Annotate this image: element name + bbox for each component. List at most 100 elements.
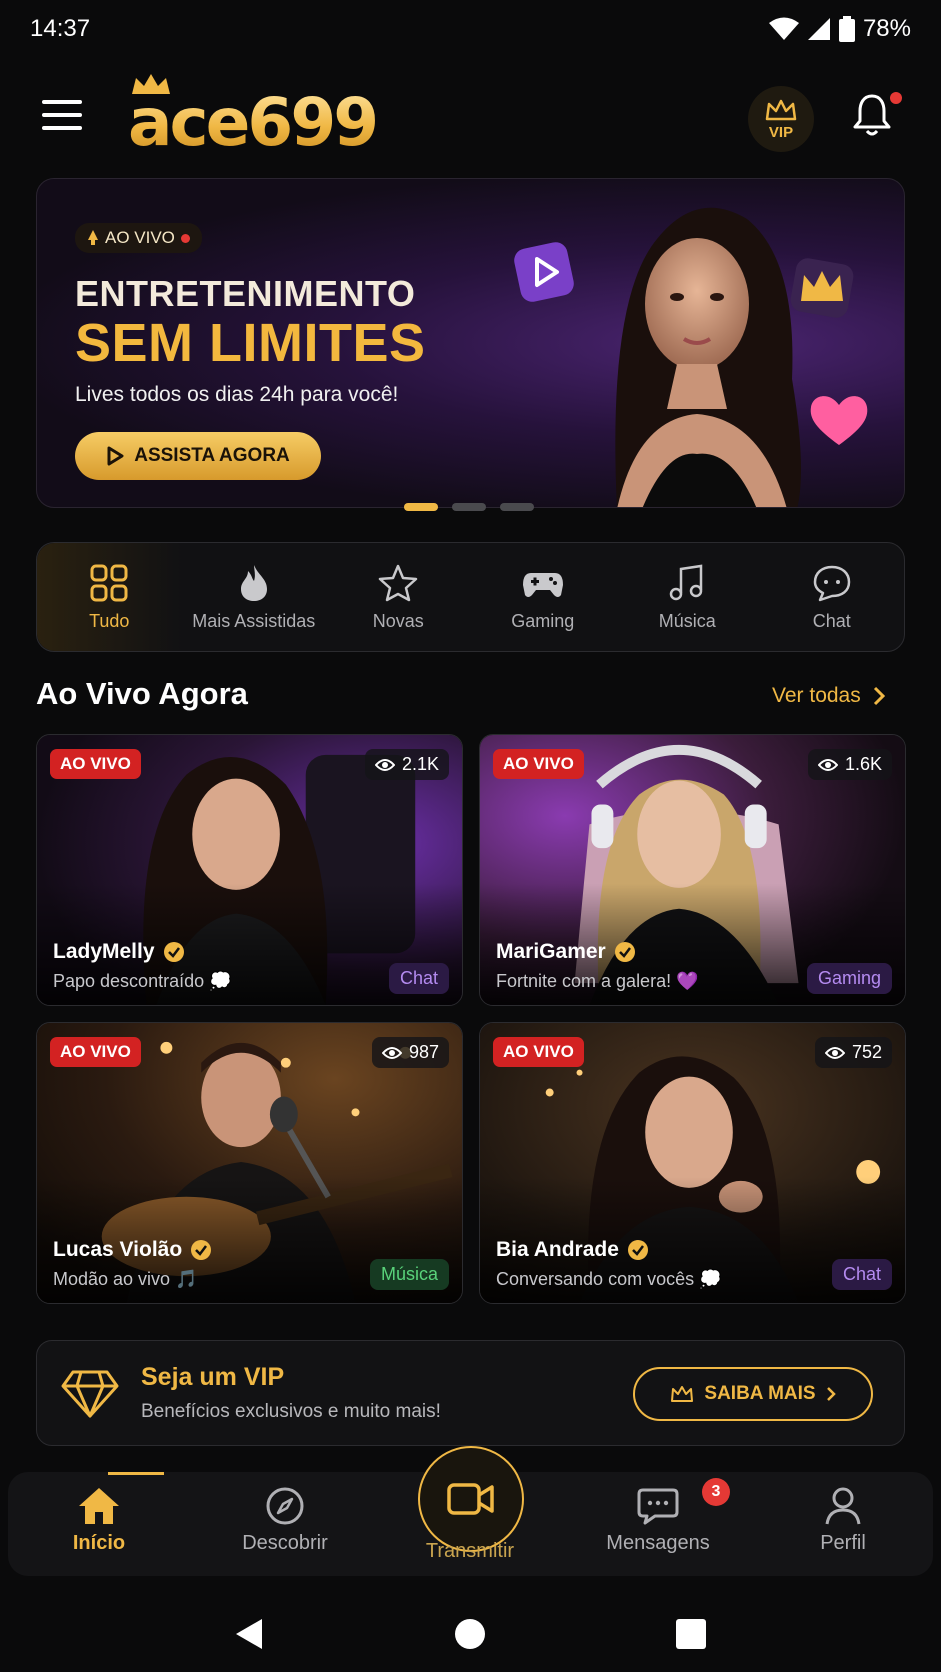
- nav-home[interactable]: Início: [24, 1486, 174, 1555]
- verified-icon: [191, 1240, 212, 1260]
- nav-label: Mensagens: [606, 1532, 710, 1554]
- recent-apps-icon[interactable]: [675, 1618, 707, 1650]
- menu-icon[interactable]: [42, 100, 82, 130]
- status-time: 14:37: [30, 15, 91, 42]
- rocket-icon: [88, 230, 98, 245]
- category-tag: Chat: [388, 963, 449, 994]
- category-tag: Música: [369, 1259, 449, 1290]
- home-icon: [79, 1488, 119, 1524]
- heart-icon: [810, 396, 868, 445]
- streamer-name: Bia Andrade: [496, 1238, 649, 1262]
- system-navigation: [0, 1596, 941, 1672]
- carousel-dot-3[interactable]: [500, 503, 534, 511]
- carousel-dot-2[interactable]: [452, 503, 486, 511]
- streamer-name: LadyMelly: [53, 940, 185, 964]
- see-all-label: Ver todas: [772, 684, 861, 707]
- stream-card[interactable]: AO VIVO 2.1K LadyMelly Papo descontraído…: [36, 734, 463, 1006]
- play-icon: [107, 446, 124, 466]
- hero-banner[interactable]: AO VIVO ENTRETENIMENTO SEM LIMITES Lives…: [36, 178, 905, 508]
- diamond-icon: [61, 1370, 119, 1418]
- live-badge: AO VIVO: [493, 749, 584, 779]
- stream-description: Conversando com vocês 💭: [496, 1269, 722, 1289]
- star-icon: [379, 564, 418, 601]
- gamepad-icon: [522, 572, 563, 597]
- carousel-dot-1[interactable]: [404, 503, 438, 511]
- learn-more-label: SAIBA MAIS: [704, 1383, 816, 1404]
- live-section-title: Ao Vivo Agora: [36, 676, 248, 711]
- app-logo[interactable]: ace699: [128, 84, 379, 161]
- notification-dot: [890, 92, 902, 104]
- messages-badge: 3: [702, 1478, 730, 1506]
- live-badge: AO VIVO: [50, 749, 141, 779]
- live-badge: AO VIVO: [50, 1037, 141, 1067]
- eye-icon: [824, 1046, 845, 1059]
- category-music[interactable]: Música: [615, 543, 760, 651]
- vip-title: Seja um VIP: [141, 1363, 285, 1391]
- user-icon: [825, 1487, 861, 1525]
- watch-now-label: ASSISTA AGORA: [134, 445, 290, 466]
- hero-streamer-image: [615, 207, 801, 507]
- nav-discover[interactable]: Descobrir: [210, 1486, 360, 1555]
- notification-bell-icon[interactable]: [852, 92, 892, 138]
- learn-more-button[interactable]: SAIBA MAIS: [633, 1367, 873, 1421]
- category-chat[interactable]: Chat: [760, 543, 905, 651]
- battery-level: 78%: [862, 15, 911, 42]
- watch-now-button[interactable]: ASSISTA AGORA: [75, 432, 321, 480]
- category-label: Mais Assistidas: [192, 610, 316, 631]
- category-gaming[interactable]: Gaming: [471, 543, 616, 651]
- streamer-name-text: Lucas Violão: [53, 1238, 183, 1261]
- verified-icon: [627, 1240, 648, 1260]
- hero-subtitle: Lives todos os dias 24h para você!: [75, 383, 399, 406]
- stream-card[interactable]: AO VIVO 1.6K MariGamer Fortnite com a ga…: [479, 734, 906, 1006]
- hero-live-badge: AO VIVO: [75, 223, 202, 253]
- viewer-count: 1.6K: [807, 749, 892, 780]
- viewer-count-value: 987: [408, 1042, 439, 1062]
- home-circle-icon[interactable]: [454, 1618, 486, 1650]
- category-new[interactable]: Novas: [326, 543, 471, 651]
- category-all[interactable]: Tudo: [37, 543, 182, 651]
- nav-profile[interactable]: Perfil: [768, 1486, 918, 1555]
- see-all-link[interactable]: Ver todas: [772, 684, 885, 708]
- stream-card[interactable]: AO VIVO 987 Lucas Violão Modão ao vivo 🎵…: [36, 1022, 463, 1304]
- stream-description: Fortnite com a galera! 💜: [496, 971, 699, 991]
- vip-button[interactable]: VIP: [748, 86, 814, 152]
- category-tag: Chat: [831, 1259, 892, 1290]
- vip-subtitle: Benefícios exclusivos e muito mais!: [141, 1401, 441, 1422]
- message-icon: [637, 1488, 679, 1525]
- play-badge-icon: [514, 242, 574, 302]
- stream-card[interactable]: AO VIVO 752 Bia Andrade Conversando com …: [479, 1022, 906, 1304]
- hero-title-line2: SEM LIMITES: [75, 313, 426, 373]
- nav-label: Descobrir: [242, 1532, 328, 1554]
- wifi-icon: [768, 17, 799, 40]
- stream-description: Papo descontraído 💭: [53, 971, 232, 991]
- eye-icon: [374, 758, 395, 771]
- back-icon[interactable]: [234, 1617, 266, 1651]
- category-tag: Gaming: [806, 963, 892, 994]
- chat-icon: [813, 565, 850, 601]
- category-most-watched[interactable]: Mais Assistidas: [182, 543, 327, 651]
- streamer-name: Lucas Violão: [53, 1238, 212, 1262]
- crown-badge-icon: [790, 258, 854, 318]
- carousel-indicator[interactable]: [404, 503, 534, 511]
- hero-title-line1: ENTRETENIMENTO: [75, 273, 416, 314]
- status-bar: 14:37 78%: [0, 0, 941, 58]
- live-badge: AO VIVO: [493, 1037, 584, 1067]
- category-label: Música: [658, 610, 716, 631]
- app-header: ace699 VIP: [0, 62, 941, 172]
- category-label: Tudo: [89, 610, 130, 631]
- crown-icon: [765, 99, 797, 120]
- grid-icon: [90, 564, 128, 601]
- go-live-button[interactable]: [418, 1446, 524, 1552]
- signal-icon: [807, 18, 830, 40]
- verified-icon: [614, 942, 635, 962]
- video-camera-icon: [447, 1483, 494, 1515]
- go-live-label: Transmitir: [425, 1540, 515, 1562]
- active-tab-indicator: [108, 1472, 164, 1475]
- viewer-count-value: 2.1K: [401, 754, 439, 774]
- category-label: Chat: [812, 610, 851, 631]
- verified-icon: [163, 942, 184, 962]
- viewer-count: 987: [371, 1037, 449, 1068]
- chevron-right-icon: [873, 686, 885, 706]
- streamer-name-text: MariGamer: [496, 940, 606, 963]
- streamer-name-text: LadyMelly: [53, 940, 155, 963]
